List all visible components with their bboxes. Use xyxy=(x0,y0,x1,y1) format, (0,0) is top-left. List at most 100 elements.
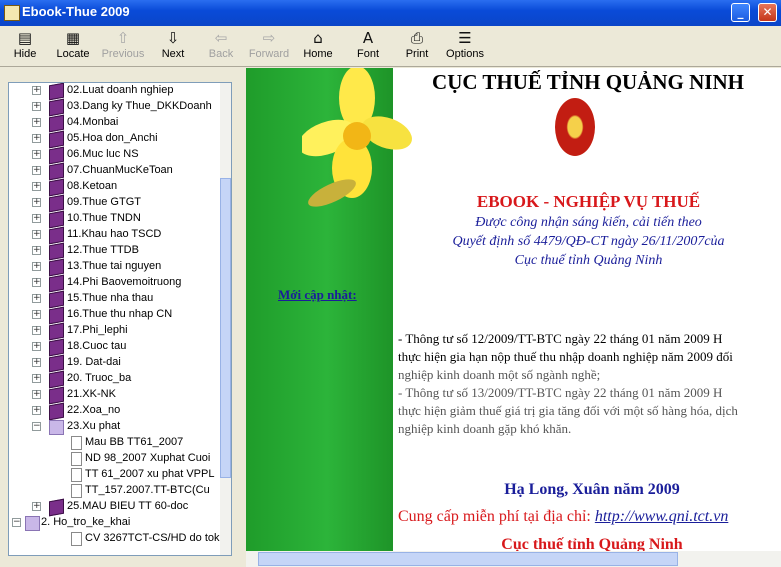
tree-item[interactable]: +02.Luat doanh nghiep xyxy=(9,83,219,101)
arrow-up-icon: ⇧ xyxy=(116,29,130,47)
horizontal-scrollbar-thumb[interactable] xyxy=(258,552,678,566)
expand-icon[interactable]: + xyxy=(32,390,41,399)
toolbar-button-label: Locate xyxy=(56,48,90,60)
tree-item[interactable]: ND 98_2007 Xuphat Cuoi xyxy=(9,451,219,467)
tree-item[interactable]: +13.Thue tai nguyen xyxy=(9,258,219,277)
toolbar-button-label: Home xyxy=(303,48,333,60)
expand-icon[interactable]: + xyxy=(32,326,41,335)
tree-item[interactable]: +20. Truoc_ba xyxy=(9,370,219,389)
expand-icon[interactable]: + xyxy=(32,278,41,287)
expand-icon[interactable]: + xyxy=(32,182,41,191)
toolbar-button-label: Options xyxy=(446,48,484,60)
tree-item-label: 08.Ketoan xyxy=(67,180,118,192)
expand-icon[interactable]: + xyxy=(32,262,41,271)
expand-icon[interactable]: + xyxy=(32,310,41,319)
expand-icon[interactable]: + xyxy=(32,502,41,511)
expand-icon[interactable]: + xyxy=(32,166,41,175)
tree-item-label: 25.MAU BIEU TT 60-doc xyxy=(67,500,189,512)
book-icon xyxy=(49,370,64,389)
tree-item[interactable]: +16.Thue thu nhap CN xyxy=(9,306,219,325)
tree-item[interactable]: +14.Phi Baovemoitruong xyxy=(9,274,219,293)
toolbar-button-print[interactable]: ⎙ Print xyxy=(392,28,442,64)
tree-item-label: Mau BB TT61_2007 xyxy=(85,436,184,448)
tree-item-label: 16.Thue thu nhap CN xyxy=(67,308,173,320)
expand-icon[interactable]: + xyxy=(32,134,41,143)
tree-item-label: 02.Luat doanh nghiep xyxy=(67,84,174,96)
expand-icon[interactable]: + xyxy=(32,342,41,351)
content-horizontal-scrollbar[interactable] xyxy=(246,551,781,567)
expand-icon[interactable]: + xyxy=(32,294,41,303)
expand-icon[interactable]: + xyxy=(32,118,41,127)
toolbar-button-previous[interactable]: ⇧ Previous xyxy=(98,28,148,64)
news-line: thực hiện giảm thuế giá trị gia tăng đối… xyxy=(398,403,738,418)
page-heading: CỤC THUẾ TỈNH QUẢNG NINH xyxy=(432,70,744,94)
tree-item[interactable]: +05.Hoa don_Anchi xyxy=(9,130,219,149)
tree-item-label: 23.Xu phat xyxy=(67,420,121,432)
expand-icon[interactable]: + xyxy=(32,102,41,111)
tree-item[interactable]: +07.ChuanMucKeToan xyxy=(9,162,219,181)
collapse-icon[interactable]: − xyxy=(32,422,41,431)
book-icon xyxy=(49,130,64,149)
expand-icon[interactable]: + xyxy=(32,198,41,207)
tree-item[interactable]: +12.Thue TTDB xyxy=(9,242,219,261)
book-icon xyxy=(49,498,64,517)
expand-icon[interactable]: + xyxy=(32,150,41,159)
minimize-button[interactable]: _ xyxy=(731,3,750,22)
tree-item[interactable]: +22.Xoa_no xyxy=(9,402,219,421)
tree-item[interactable]: +19. Dat-dai xyxy=(9,354,219,373)
expand-icon[interactable]: + xyxy=(32,406,41,415)
tree-item[interactable]: +06.Muc luc NS xyxy=(9,146,219,165)
tree-item[interactable]: +04.Monbai xyxy=(9,114,219,133)
tree-item[interactable]: +11.Khau hao TSCD xyxy=(9,226,219,245)
tree-item-label: CV 3267TCT-CS/HD do tokha xyxy=(85,532,232,544)
tree-item[interactable]: − 23.Xu phat xyxy=(9,419,219,435)
collapse-icon[interactable]: − xyxy=(12,518,21,527)
app-icon xyxy=(4,5,20,21)
tree-item[interactable]: +08.Ketoan xyxy=(9,178,219,197)
toolbar-button-home[interactable]: ⌂ Home xyxy=(293,28,343,64)
toolbar-button-locate[interactable]: ▦ Locate xyxy=(48,28,98,64)
book-icon xyxy=(49,322,64,341)
toolbar-button-label: Font xyxy=(356,48,379,60)
tree-item[interactable]: +10.Thue TNDN xyxy=(9,210,219,229)
expand-icon[interactable]: + xyxy=(32,374,41,383)
tree-item[interactable]: +09.Thue GTGT xyxy=(9,194,219,213)
tree-item[interactable]: +25.MAU BIEU TT 60-doc xyxy=(9,498,219,517)
tree-item[interactable]: +18.Cuoc tau xyxy=(9,338,219,357)
font-icon: A xyxy=(362,29,374,47)
arrow-right-icon: ⇨ xyxy=(262,29,276,47)
news-list: - Thông tư số 12/2009/TT-BTC ngày 22 thá… xyxy=(398,330,781,438)
close-button[interactable]: ✕ xyxy=(758,3,777,22)
book-icon xyxy=(49,258,64,277)
website-link[interactable]: http://www.qni.tct.vn xyxy=(595,508,728,525)
toolbar-button-back[interactable]: ⇦ Back xyxy=(196,28,246,64)
tree-scrollbar[interactable] xyxy=(220,83,231,555)
tree-item[interactable]: +03.Dang ky Thue_DKKDoanh xyxy=(9,98,219,117)
tree-item[interactable]: − 2. Ho_tro_ke_khai xyxy=(9,515,219,531)
expand-icon[interactable]: + xyxy=(32,246,41,255)
toolbar-button-hide[interactable]: ▤ Hide xyxy=(0,28,50,64)
update-link[interactable]: Mới cập nhật: xyxy=(278,287,357,303)
tree-item[interactable]: TT_157.2007.TT-BTC(Cu xyxy=(9,483,219,499)
expand-icon[interactable]: + xyxy=(32,358,41,367)
tree-item[interactable]: +15.Thue nha thau xyxy=(9,290,219,309)
book-icon xyxy=(49,354,64,373)
toolbar-button-next[interactable]: ⇩ Next xyxy=(148,28,198,64)
tree-item[interactable]: +21.XK-NK xyxy=(9,386,219,405)
toolbar-button-forward[interactable]: ⇨ Forward xyxy=(244,28,294,64)
tree-item[interactable]: CV 3267TCT-CS/HD do tokha xyxy=(9,531,231,547)
book-icon xyxy=(49,162,64,181)
book-icon xyxy=(49,178,64,197)
expand-icon[interactable]: + xyxy=(32,86,41,95)
tree-item-label: TT_157.2007.TT-BTC(Cu xyxy=(85,484,210,496)
expand-icon[interactable]: + xyxy=(32,230,41,239)
toolbar-button-options[interactable]: ☰ Options xyxy=(440,28,490,64)
tree-scrollbar-thumb[interactable] xyxy=(220,178,231,478)
tree-item[interactable]: +17.Phi_lephi xyxy=(9,322,219,341)
expand-icon[interactable]: + xyxy=(32,214,41,223)
toolbar-button-label: Back xyxy=(208,48,234,60)
tree-item[interactable]: TT 61_2007 xu phat VPPL xyxy=(9,467,219,483)
toolbar-button-font[interactable]: A Font xyxy=(343,28,393,64)
tree-item[interactable]: Mau BB TT61_2007 xyxy=(9,435,219,451)
place-date: Hạ Long, Xuân năm 2009 xyxy=(504,481,680,498)
